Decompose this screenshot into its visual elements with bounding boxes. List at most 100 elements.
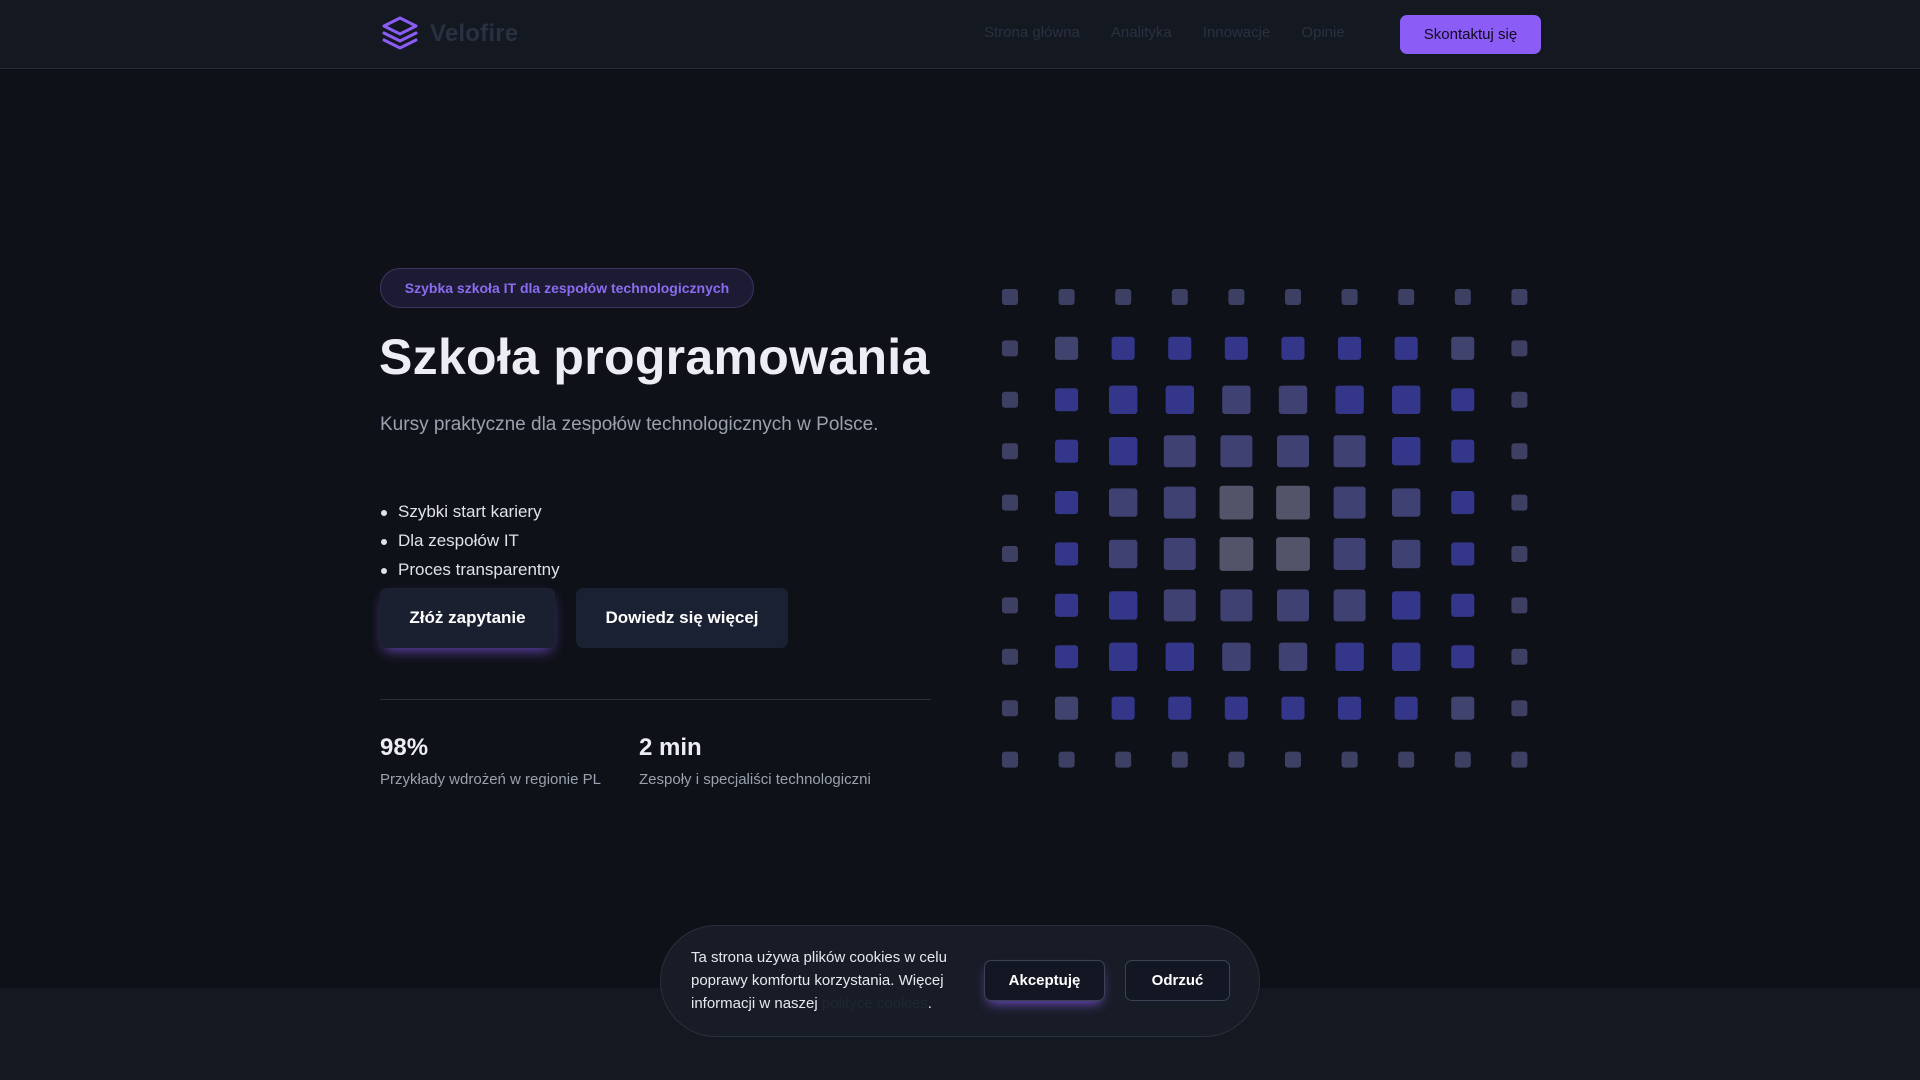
grid-square — [1168, 336, 1192, 360]
grid-square — [1055, 696, 1079, 720]
grid-square — [1511, 597, 1528, 614]
grid-square — [1335, 642, 1364, 671]
grid-square — [1511, 494, 1528, 511]
grid-square — [1219, 537, 1254, 571]
grid-square — [1111, 696, 1135, 720]
grid-square — [1451, 696, 1475, 720]
grid-square — [1058, 751, 1075, 768]
grid-square — [1511, 391, 1528, 408]
grid-square — [1451, 388, 1475, 412]
grid-square — [1398, 751, 1415, 768]
grid-square — [1219, 485, 1254, 520]
grid-square — [1394, 336, 1418, 360]
decorative-grid — [1002, 289, 1528, 768]
grid-square — [1002, 289, 1018, 305]
grid-square — [1451, 645, 1475, 669]
grid-square — [1163, 486, 1196, 519]
grid-square — [1055, 491, 1079, 515]
grid-square — [1333, 486, 1366, 519]
grid-square — [1511, 700, 1528, 717]
grid-square — [1224, 336, 1248, 360]
grid-square — [1058, 289, 1075, 305]
grid-square — [1511, 289, 1528, 305]
grid-square — [1109, 488, 1138, 517]
grid-square — [1277, 589, 1309, 622]
grid-square — [1335, 385, 1364, 414]
grid-square — [1454, 289, 1471, 305]
grid-square — [1168, 696, 1192, 720]
grid-square — [1333, 435, 1366, 468]
grid-square — [1285, 751, 1301, 768]
reject-cookies-button[interactable]: Odrzuć — [1125, 960, 1230, 1001]
grid-square — [1055, 439, 1079, 463]
grid-square — [1002, 546, 1018, 562]
grid-square — [1109, 642, 1138, 671]
grid-square — [1163, 538, 1196, 570]
grid-square — [1115, 751, 1132, 768]
grid-square — [1281, 696, 1305, 720]
grid-square — [1163, 589, 1196, 622]
grid-square — [1002, 391, 1018, 408]
grid-square — [1511, 443, 1528, 460]
grid-square — [1451, 439, 1475, 463]
grid-square — [1055, 645, 1079, 669]
grid-square — [1398, 289, 1415, 305]
grid-square — [1055, 388, 1079, 412]
grid-square — [1115, 289, 1132, 305]
grid-square — [1002, 443, 1018, 460]
grid-square — [1055, 542, 1079, 566]
grid-square — [1392, 488, 1421, 517]
grid-square — [1392, 385, 1421, 414]
grid-square — [1055, 593, 1079, 617]
cookie-banner: Ta strona używa plików cookies w celu po… — [660, 925, 1260, 1037]
grid-square — [1165, 642, 1194, 671]
grid-square — [1333, 589, 1366, 622]
grid-square — [1281, 336, 1305, 360]
grid-square — [1109, 591, 1138, 620]
cookie-text-end: . — [927, 995, 932, 1012]
grid-square — [1002, 751, 1018, 768]
grid-square — [1171, 751, 1188, 768]
grid-square — [1228, 751, 1245, 768]
grid-square — [1392, 437, 1421, 466]
cookie-policy-link[interactable]: polityce cookies — [822, 995, 928, 1012]
grid-square — [1220, 435, 1253, 468]
grid-square — [1277, 435, 1309, 468]
grid-square — [1109, 385, 1138, 414]
grid-square — [1451, 542, 1475, 566]
grid-square — [1451, 491, 1475, 515]
grid-square — [1392, 591, 1421, 620]
grid-square — [1511, 648, 1528, 665]
grid-square — [1511, 340, 1528, 357]
grid-square — [1341, 289, 1358, 305]
grid-square — [1002, 648, 1018, 665]
grid-square — [1171, 289, 1188, 305]
grid-square — [1333, 538, 1366, 570]
grid-square — [1341, 751, 1358, 768]
cookie-text: Ta strona używa plików cookies w celu po… — [691, 946, 971, 1015]
grid-square — [1454, 751, 1471, 768]
grid-square — [1285, 289, 1301, 305]
grid-square — [1055, 336, 1079, 360]
grid-square — [1276, 485, 1310, 520]
grid-square — [1220, 589, 1253, 622]
grid-square — [1451, 336, 1475, 360]
grid-square — [1228, 289, 1245, 305]
grid-square — [1394, 696, 1418, 720]
grid-square — [1002, 340, 1018, 357]
grid-square — [1392, 642, 1421, 671]
accept-cookies-button[interactable]: Akceptuję — [984, 960, 1105, 1001]
grid-square — [1224, 696, 1248, 720]
grid-square — [1392, 539, 1421, 569]
grid-square — [1002, 700, 1018, 717]
grid-square — [1511, 546, 1528, 562]
grid-square — [1163, 435, 1196, 468]
grid-square — [1278, 385, 1308, 414]
grid-square — [1109, 539, 1138, 569]
grid-square — [1002, 597, 1018, 614]
grid-square — [1222, 385, 1251, 414]
grid-square — [1511, 751, 1528, 768]
grid-square — [1165, 385, 1194, 414]
grid-square — [1222, 642, 1251, 671]
grid-square — [1109, 437, 1138, 466]
